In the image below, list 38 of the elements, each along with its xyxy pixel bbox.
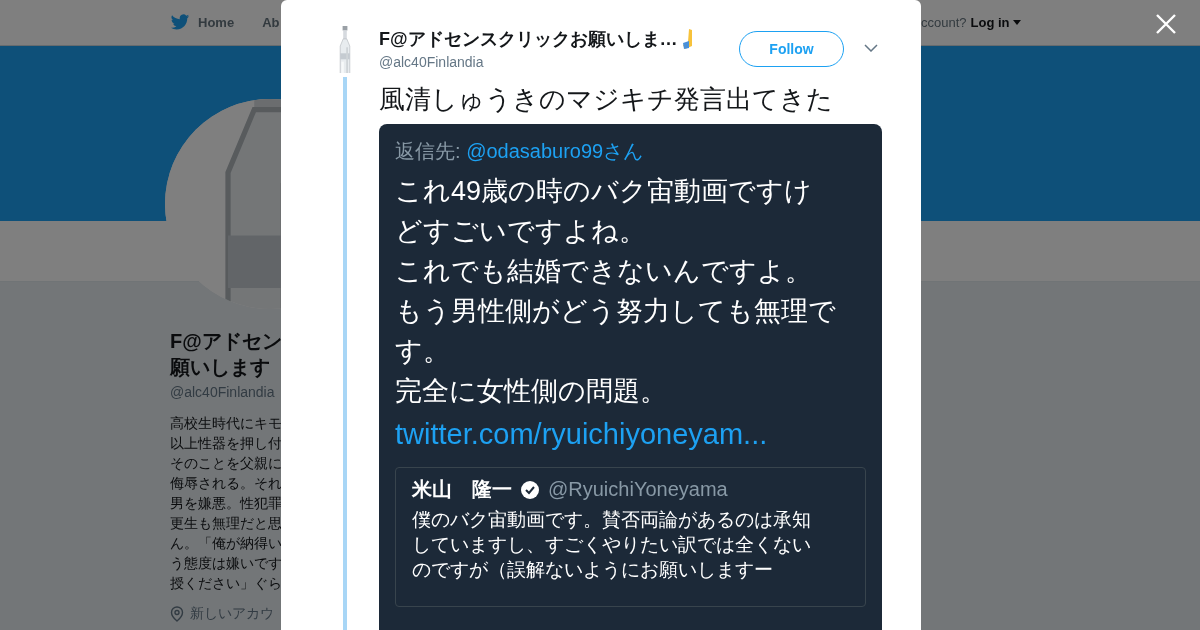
embedded-author-name: 米山 隆一 [412,477,512,502]
profile-location: 新しいアカウ [190,605,274,623]
quoted-tweet-text: もう男性側がどう努力しても無理で [395,295,837,328]
quoted-tweet-text: す。 [395,335,451,368]
close-icon[interactable] [1155,13,1177,35]
quoted-tweet-text: これ49歳の時のバク宙動画ですけ [395,175,814,208]
embedded-tweet-text: 僕のバク宙動画です。賛否両論があるのは承知 [412,508,812,532]
profile-bio: 高校生時代にキモ [170,414,281,433]
profile-bio: 授ください」ぐら [170,574,281,593]
bird-icon [170,14,190,31]
quoted-tweet-text: 完全に女性側の問題。 [395,375,668,408]
nav-link[interactable]: Home [170,14,235,31]
profile-handle: @alc40Finlandia [170,384,276,400]
profile-bio: 更生も無理だと思 [170,514,281,533]
author-name[interactable]: F@アドセンスクリックお願いしま… [379,27,678,51]
profile-bio: 以上性器を押し付 [170,434,281,453]
embedded-tweet-text: していますし、すごくやりたい訳では全くない [412,533,812,557]
author-handle[interactable]: @alc40Finlandia [379,54,739,70]
nav-link[interactable]: Ab [262,15,280,30]
profile-name: 願いします [170,355,271,380]
profile-name: F@アドセン [170,329,281,354]
profile-bio: う態度は嫌いです [170,554,281,573]
profile-bio: 男を嫌悪。性犯罪 [170,494,281,513]
account-prompt: ccount? [921,15,967,30]
embedded-tweet-text: のですが（誤解ないようにお願いしますー [412,558,774,582]
location-icon [170,606,184,622]
reply-to-line: 返信先: @odasaburo99さん [395,139,645,164]
quoted-tweet-text: どすごいですよね。 [395,215,647,248]
caret-icon[interactable] [1012,20,1021,25]
embedded-author-handle: @RyuichiYoneyama [548,478,728,501]
profile-bio: そのことを父親に [170,454,281,473]
profile-bio: 侮辱される。それ [170,474,281,493]
chevron-down-icon[interactable] [864,44,878,52]
profile-bio: ん。「俺が納得い [170,534,281,553]
follow-button[interactable]: Follow [739,31,844,67]
tweet-text: 風清しゅうきのマジキチ発言出てきた [379,83,834,116]
quoted-tweet-text: これでも結婚できないんですよ。 [395,255,813,288]
login-link[interactable]: Log in [970,15,1021,30]
